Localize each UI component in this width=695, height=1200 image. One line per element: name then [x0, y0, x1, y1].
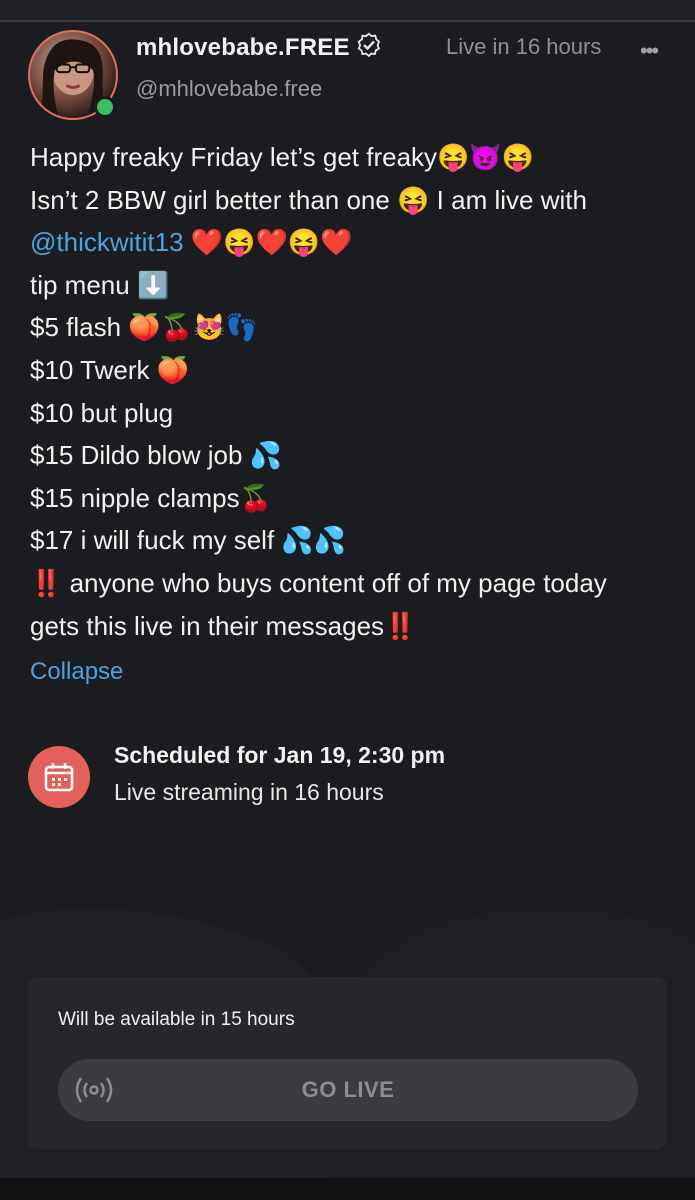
username-text: mhlovebabe.FREE — [136, 33, 350, 61]
live-status: Live in 16 hours — [446, 34, 602, 59]
post-line: $10 Twerk 🍑 — [30, 354, 190, 385]
post-text: Happy freaky Friday let’s get freaky😝😈😝 … — [30, 136, 680, 647]
verified-badge-icon — [356, 32, 382, 65]
post-header: mhlovebabe.FREE @mhlovebabe.free Live in… — [0, 26, 695, 126]
schedule-subtitle: Live streaming in 16 hours — [114, 779, 384, 805]
post-line-emojis: ❤️😝❤️😝❤️ — [183, 227, 353, 258]
post-line-with-mention: @thickwitit13 ❤️😝❤️😝❤️ — [30, 221, 680, 264]
post-line: $10 but plug — [30, 397, 174, 428]
post-line: $17 i will fuck my self 💦💦 — [30, 525, 347, 556]
post-line: ‼️ anyone who buys content off of my pag… — [30, 567, 607, 598]
post-line: Isn’t 2 BBW girl better than one 😝 I am … — [30, 184, 587, 215]
availability-card: Will be available in 15 hours GO LIVE — [28, 977, 666, 1149]
online-status-dot — [94, 96, 116, 118]
mention-link[interactable]: @thickwitit13 — [30, 227, 184, 257]
post-line: $15 nipple clamps🍒 — [30, 482, 272, 513]
post-line: Happy freaky Friday let’s get freaky😝😈😝 — [30, 142, 535, 172]
top-divider — [0, 0, 695, 22]
username[interactable]: mhlovebabe.FREE — [136, 32, 382, 65]
bottom-bar — [0, 1178, 695, 1200]
availability-text: Will be available in 15 hours — [58, 1009, 295, 1030]
avatar[interactable] — [28, 30, 122, 124]
calendar-icon — [28, 746, 90, 808]
post-line: tip menu ⬇️ — [30, 269, 170, 300]
go-live-label: GO LIVE — [301, 1077, 395, 1102]
user-handle[interactable]: @mhlovebabe.free — [136, 76, 322, 102]
schedule-title: Scheduled for Jan 19, 2:30 pm — [114, 742, 446, 768]
post-line: gets this live in their messages‼️ — [30, 610, 417, 641]
post-line: $15 Dildo blow job 💦 — [30, 440, 283, 471]
more-options-icon[interactable]: ••• — [640, 38, 659, 64]
go-live-button[interactable]: GO LIVE — [58, 1059, 638, 1121]
collapse-link[interactable]: Collapse — [30, 658, 123, 686]
post-line: $5 flash 🍑🍒😻👣 — [30, 312, 258, 343]
